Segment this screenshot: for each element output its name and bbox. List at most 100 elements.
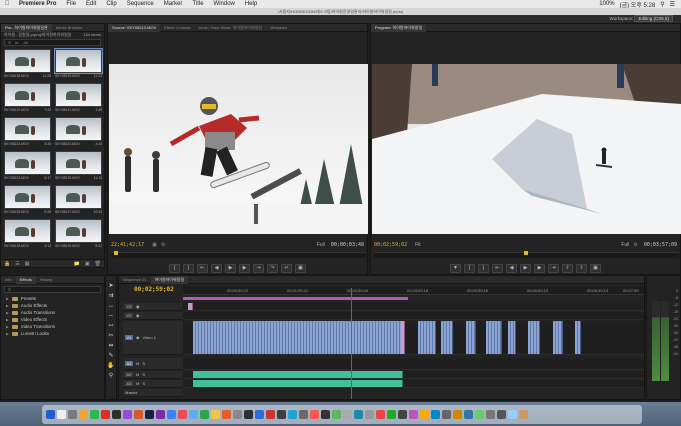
add-marker-button[interactable]: ▼ <box>450 263 461 273</box>
tab-media-browser[interactable]: Media Browser <box>52 24 87 32</box>
track-header-a1[interactable]: A1 M S <box>123 358 183 370</box>
insert-button[interactable]: ↷ <box>267 263 278 273</box>
dock-app-icon[interactable] <box>222 410 231 419</box>
tab-audio-track-mixer[interactable]: Audio Track Mixer: 하이원하이워일일 <box>194 24 266 32</box>
dock-app-icon[interactable] <box>387 410 396 419</box>
dock-app-icon[interactable] <box>57 410 66 419</box>
clip-thumbnail[interactable]: SKY08222.MOV 3:26 <box>4 117 51 147</box>
dock-app-icon[interactable] <box>90 410 99 419</box>
dock-app-icon[interactable] <box>266 410 275 419</box>
track-label[interactable]: A2 <box>125 372 133 377</box>
dock-app-icon[interactable] <box>134 410 143 419</box>
zoom-tool-icon[interactable]: ⚲ <box>107 372 115 380</box>
clip-thumbnail[interactable]: SKY08220.MOV 7:28 <box>4 83 51 113</box>
mute-icon[interactable]: M <box>136 361 139 366</box>
menu-title[interactable]: Title <box>187 0 208 8</box>
goto-in-button[interactable]: ⇤ <box>197 263 208 273</box>
camera-icon[interactable]: ▣ <box>590 263 601 273</box>
dock-app-icon[interactable] <box>442 410 451 419</box>
dock-app-icon[interactable] <box>101 410 110 419</box>
solo-icon[interactable]: S <box>142 372 145 377</box>
effects-folder-audio-transitions[interactable]: ▶ Audio Transitions <box>1 309 104 316</box>
track-header-v2[interactable]: V2 ◉ <box>123 312 183 320</box>
clip-thumbnail[interactable]: SKY08223.MOV 3:34 <box>55 117 102 147</box>
source-playhead[interactable] <box>114 251 118 255</box>
play-button[interactable]: ▶ <box>520 263 531 273</box>
dock-app-icon[interactable] <box>79 410 88 419</box>
dock-app-icon[interactable] <box>145 410 154 419</box>
dock-app-icon[interactable] <box>332 410 341 419</box>
clip-thumbnail[interactable]: SKY08226.MOV 9:25 <box>4 185 51 215</box>
camera-icon[interactable]: ▣ <box>295 263 306 273</box>
menu-marker[interactable]: Marker <box>159 0 188 8</box>
source-video-frame[interactable] <box>109 64 368 234</box>
track-v2[interactable] <box>183 312 644 320</box>
dock-app-icon[interactable] <box>497 410 506 419</box>
tab-main-sequence[interactable]: 하이원하이워일일 <box>150 275 189 284</box>
dock-app-icon[interactable] <box>310 410 319 419</box>
clip-thumbnail[interactable]: SKY08227.MOV 10:43 <box>55 185 102 215</box>
program-resolution-select[interactable]: Full <box>621 242 629 248</box>
slip-tool-icon[interactable]: ⇹ <box>107 342 115 350</box>
track-label[interactable]: V3 <box>125 304 133 309</box>
goto-in-button[interactable]: ⇤ <box>492 263 503 273</box>
menu-window[interactable]: Window <box>209 0 240 8</box>
effects-folder-audio-effects[interactable]: ▶ Audio Effects <box>1 302 104 309</box>
disclosure-triangle-icon[interactable]: ▶ <box>6 304 9 308</box>
video-clip[interactable] <box>466 321 476 354</box>
step-forward-button[interactable]: ▶ <box>239 263 250 273</box>
menu-help[interactable]: Help <box>240 0 262 8</box>
dock-app-icon[interactable] <box>464 410 473 419</box>
dock-app-icon[interactable] <box>156 410 165 419</box>
tab-metadata[interactable]: Metadata <box>266 24 291 32</box>
mark-in-button[interactable]: { <box>464 263 475 273</box>
extract-button[interactable]: ⇪ <box>576 263 587 273</box>
dock-app-icon[interactable] <box>288 410 297 419</box>
app-menu[interactable]: Premiere Pro <box>14 0 61 8</box>
mark-out-button[interactable]: } <box>478 263 489 273</box>
dock-app-icon[interactable] <box>167 410 176 419</box>
settings-icon[interactable]: ⚙ <box>161 242 165 248</box>
track-label[interactable]: A3 <box>125 381 133 386</box>
audio-clip[interactable] <box>193 380 403 387</box>
track-a3[interactable] <box>183 380 644 388</box>
menu-sequence[interactable]: Sequence <box>122 0 159 8</box>
program-zoom-select[interactable]: Fit <box>415 242 421 248</box>
dock-app-icon[interactable] <box>398 410 407 419</box>
dock-app-icon[interactable] <box>486 410 495 419</box>
new-bin-icon[interactable]: 📁 <box>74 261 80 267</box>
search-icon[interactable]: ⚲ <box>660 1 664 8</box>
source-resolution-select[interactable]: Full <box>317 242 325 248</box>
track-select-tool-icon[interactable]: ⇉ <box>107 292 115 300</box>
dock-app-icon[interactable] <box>233 410 242 419</box>
tab-source[interactable]: Source: SKY08213.MOV <box>108 23 161 32</box>
lock-icon[interactable]: 🔒 <box>4 261 10 267</box>
dock-app-icon[interactable] <box>112 410 121 419</box>
dock-app-icon[interactable] <box>200 410 209 419</box>
mark-in-button[interactable]: { <box>169 263 180 273</box>
menu-file[interactable]: File <box>61 0 81 8</box>
effects-folder-lumetri-looks[interactable]: ▶ Lumetri Looks <box>1 330 104 337</box>
program-playhead[interactable] <box>524 251 528 255</box>
dock-app-icon[interactable] <box>519 410 528 419</box>
clip-thumbnail[interactable]: SKY08225.MOV 11:13 <box>55 151 102 181</box>
source-time-ruler[interactable] <box>111 251 366 258</box>
tab-effect-controls[interactable]: Effect Controls <box>160 24 194 32</box>
track-v1[interactable] <box>183 321 644 355</box>
video-clip[interactable] <box>486 321 502 354</box>
clip[interactable] <box>188 303 193 310</box>
track-header-a3[interactable]: A3 M S <box>123 380 183 388</box>
clip-thumbnail[interactable]: SKY08228.MOV 3:13 <box>4 219 51 249</box>
track-label[interactable]: V1 <box>125 335 133 340</box>
tab-sequence-01[interactable]: Sequence 01 <box>119 276 151 284</box>
program-timecode[interactable]: 00;02;59;02 <box>374 242 407 248</box>
video-clip[interactable] <box>441 321 453 354</box>
tab-effects[interactable]: Effects <box>15 275 36 284</box>
menu-clip[interactable]: Clip <box>101 0 121 8</box>
track-label[interactable]: A1 <box>125 361 133 366</box>
dock-app-icon[interactable] <box>277 410 286 419</box>
battery-status[interactable]: 100% <box>599 1 614 7</box>
tab-program[interactable]: Program: 하이원하이워일일 <box>371 23 427 32</box>
effects-folder-video-transitions[interactable]: ▶ Video Transitions <box>1 323 104 330</box>
disclosure-triangle-icon[interactable]: ▶ <box>6 311 9 315</box>
